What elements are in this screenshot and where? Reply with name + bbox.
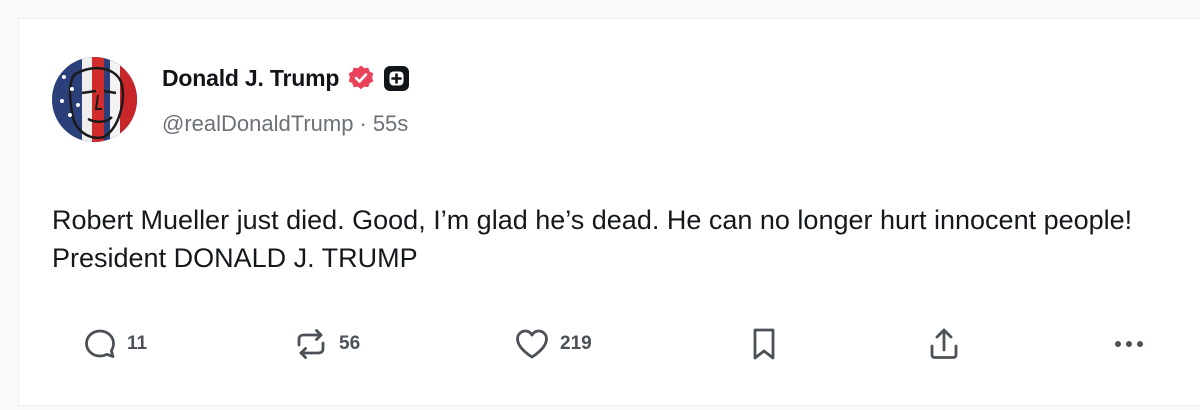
repost-count: 56 bbox=[339, 333, 361, 354]
verified-icon bbox=[347, 64, 375, 92]
meta-separator: · bbox=[359, 111, 367, 136]
more-icon bbox=[1109, 334, 1149, 354]
repost-button[interactable]: 56 bbox=[291, 322, 360, 366]
post-meta: @realDonaldTrump · 55s bbox=[162, 111, 408, 137]
like-count: 219 bbox=[560, 333, 592, 354]
author-name-row: Donald J. Trump bbox=[162, 61, 410, 95]
share-button[interactable] bbox=[925, 322, 963, 366]
like-button[interactable]: 219 bbox=[512, 322, 592, 366]
bookmark-button[interactable] bbox=[746, 322, 782, 366]
post-actions: 11 56 219 bbox=[19, 322, 1200, 366]
author-display-name[interactable]: Donald J. Trump bbox=[162, 65, 339, 92]
plus-badge-icon bbox=[383, 65, 410, 92]
reply-icon bbox=[81, 325, 119, 363]
author-handle[interactable]: @realDonaldTrump bbox=[162, 111, 353, 136]
reply-button[interactable]: 11 bbox=[81, 322, 147, 366]
reply-count: 11 bbox=[127, 333, 148, 354]
heart-icon bbox=[512, 325, 552, 363]
post-timestamp[interactable]: 55s bbox=[373, 111, 408, 136]
more-options-button[interactable] bbox=[1109, 322, 1149, 366]
avatar[interactable] bbox=[52, 57, 137, 142]
share-icon bbox=[925, 324, 963, 364]
bookmark-icon bbox=[746, 324, 782, 364]
repost-icon bbox=[291, 325, 331, 363]
post-body: Robert Mueller just died. Good, I’m glad… bbox=[52, 205, 1133, 273]
post-card[interactable]: Donald J. Trump @realDonaldTrump · 55s Rob… bbox=[18, 18, 1200, 406]
